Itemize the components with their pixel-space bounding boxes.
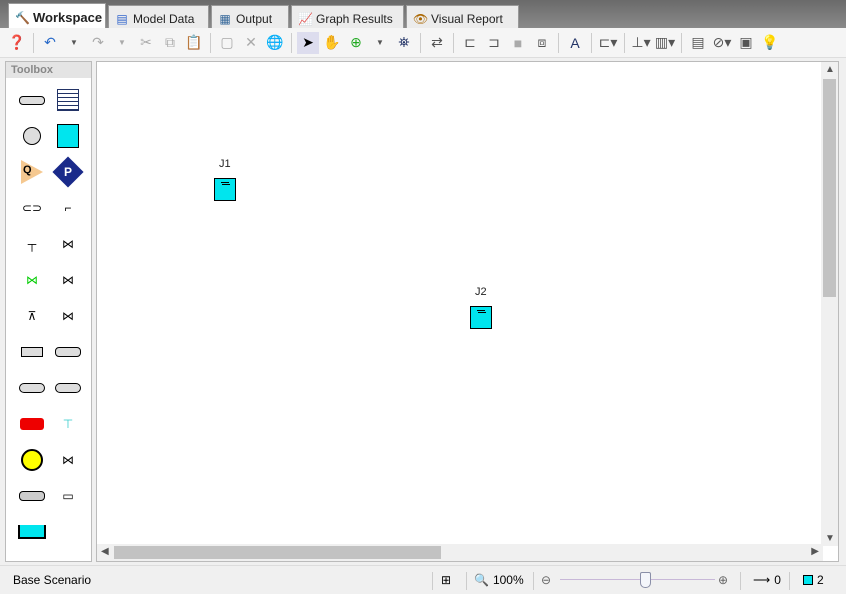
toolbox-panel: Toolbox Q P ⊂⊃ ⌐ ┬ ⋈ ⋈ ⋈ ⊼ ⋈ ⊤ ⋈ ▭ (5, 61, 92, 562)
disable-icon[interactable]: ⊘▾ (711, 32, 733, 54)
graph-icon: 📈 (298, 11, 313, 26)
junction-count: 2 (803, 573, 824, 587)
group-icon[interactable]: ⧈ (531, 32, 553, 54)
vertical-scrollbar[interactable]: ▲ ▼ (821, 62, 838, 546)
cut-icon[interactable]: ✂ (135, 32, 157, 54)
zoom-slider-thumb[interactable] (639, 572, 651, 588)
horizontal-scroll-thumb[interactable] (114, 546, 441, 559)
pipe-tool[interactable] (14, 82, 50, 118)
help-icon[interactable]: ❓ (6, 32, 28, 54)
three-way-valve-tool[interactable]: ⋈ (50, 298, 86, 334)
zoom-dropdown-icon[interactable]: ▼ (369, 32, 391, 54)
redo-icon[interactable]: ↷ (87, 32, 109, 54)
tab-visual-report[interactable]: 👁 Visual Report (406, 5, 519, 28)
properties-icon[interactable]: ▤ (687, 32, 709, 54)
junction-square-icon (803, 575, 813, 585)
tab-model-data[interactable]: ▤ Model Data (108, 5, 209, 28)
table-icon: ▦ (219, 11, 231, 26)
pan-hand-icon[interactable]: ✋ (321, 32, 343, 54)
bend-tool[interactable]: ⌐ (50, 190, 86, 226)
notes-icon[interactable]: ▣ (735, 32, 757, 54)
spray-tool[interactable] (14, 334, 50, 370)
check-valve-tool[interactable]: ⋈ (14, 262, 50, 298)
spray-discharge-tool[interactable]: ⊤ (50, 406, 86, 442)
junction-j1[interactable] (214, 178, 236, 201)
workspace-canvas[interactable]: J1 J2 ▲ ▼ ◀ ▶ (96, 61, 839, 562)
toolbox-title: Toolbox (6, 62, 91, 78)
dead-end-tool[interactable] (14, 478, 50, 514)
reservoir-tool[interactable] (50, 118, 86, 154)
assigned-flow-tool[interactable]: Q (14, 154, 50, 190)
vertical-scroll-thumb[interactable] (823, 79, 836, 297)
delete-icon[interactable]: ✕ (240, 32, 262, 54)
select-all-icon[interactable]: ▢ (216, 32, 238, 54)
lightbulb-icon[interactable]: 💡 (759, 32, 781, 54)
arrow-select-icon[interactable]: ➤ (297, 31, 319, 54)
hammer-icon: 🔨 (15, 10, 30, 25)
volume-balance-tool[interactable] (14, 442, 50, 478)
swap-icon[interactable]: ⇄ (426, 32, 448, 54)
area-change-tool[interactable] (14, 514, 50, 550)
tab-workspace[interactable]: 🔨 Workspace (8, 3, 106, 28)
zoom-icon[interactable]: ⊕ (345, 32, 367, 54)
toolbar: ❓ ↶ ▼ ↷ ▼ ✂ ⧉ 📋 ▢ ✕ 🌐 ➤ ✋ ⊕ ▼ ⛯ ⇄ ⊏ ⊐ ■ ⧈ A… (0, 28, 846, 58)
globe-icon[interactable]: 🌐 (264, 32, 286, 54)
valve-tool[interactable]: ⋈ (50, 226, 86, 262)
fit-to-window-icon[interactable]: ⊞ (441, 573, 451, 587)
pipe-icon: ⟶ (753, 573, 771, 587)
align-left-icon[interactable]: ⊏ (459, 32, 481, 54)
binoculars-icon[interactable]: ⛯ (393, 32, 415, 54)
branch-tool[interactable]: ⊂⊃ (14, 190, 50, 226)
junction-label-j1: J1 (219, 158, 231, 170)
tee-tool[interactable]: ┬ (14, 226, 50, 262)
align-right-icon[interactable]: ⊐ (483, 32, 505, 54)
scenario-name[interactable]: Base Scenario (13, 573, 91, 587)
tab-bar: 🔨 Workspace ▤ Model Data ▦ Output 📈 Graph Re… (0, 0, 846, 28)
lock-icon[interactable]: ■ (507, 32, 529, 54)
zoom-readout: 🔍 100% (474, 573, 524, 587)
redo-dropdown-icon[interactable]: ▼ (111, 32, 133, 54)
relief-valve-tool[interactable]: ⊼ (14, 298, 50, 334)
eye-icon: 👁 (413, 11, 429, 26)
magnifier-icon: 🔍 (474, 573, 489, 587)
paste-icon[interactable]: 📋 (183, 32, 205, 54)
screen-tool[interactable] (14, 370, 50, 406)
axis-icon[interactable]: ⊥▾ (630, 32, 652, 54)
tab-graph-results[interactable]: 📈 Graph Results (291, 5, 404, 28)
pipe-segment-tool[interactable]: ▭ (50, 478, 86, 514)
pipe-count: ⟶ 0 (753, 573, 781, 587)
heat-exchanger-tool[interactable] (50, 334, 86, 370)
pump-tool[interactable] (14, 406, 50, 442)
annotation-icon[interactable]: A (564, 32, 586, 54)
zoom-in-icon[interactable]: ⊕ (718, 573, 728, 587)
model-data-icon: ▤ (116, 11, 128, 26)
arrange-icon[interactable]: ▥▾ (654, 32, 676, 54)
junction-label-j2: J2 (475, 286, 487, 298)
control-valve-tool[interactable]: ⋈ (50, 262, 86, 298)
connect-icon[interactable]: ⊏▾ (597, 32, 619, 54)
status-bar: Base Scenario ⊞ 🔍 100% ⊖ ⊕ ⟶ 0 2 (0, 565, 846, 594)
undo-dropdown-icon[interactable]: ▼ (63, 32, 85, 54)
junction-tool[interactable] (14, 118, 50, 154)
orifice-tool[interactable] (50, 370, 86, 406)
assigned-pressure-tool[interactable]: P (50, 154, 86, 190)
zoom-slider[interactable] (560, 579, 715, 580)
general-component-tool[interactable]: ⋈ (50, 442, 86, 478)
undo-icon[interactable]: ↶ (39, 32, 61, 54)
copy-icon[interactable]: ⧉ (159, 32, 181, 54)
junction-j2[interactable] (470, 306, 492, 329)
tab-output[interactable]: ▦ Output (211, 5, 289, 28)
horizontal-scrollbar[interactable]: ◀ ▶ (97, 544, 823, 561)
zoom-out-icon[interactable]: ⊖ (541, 573, 551, 587)
annotation-tool[interactable] (50, 82, 86, 118)
